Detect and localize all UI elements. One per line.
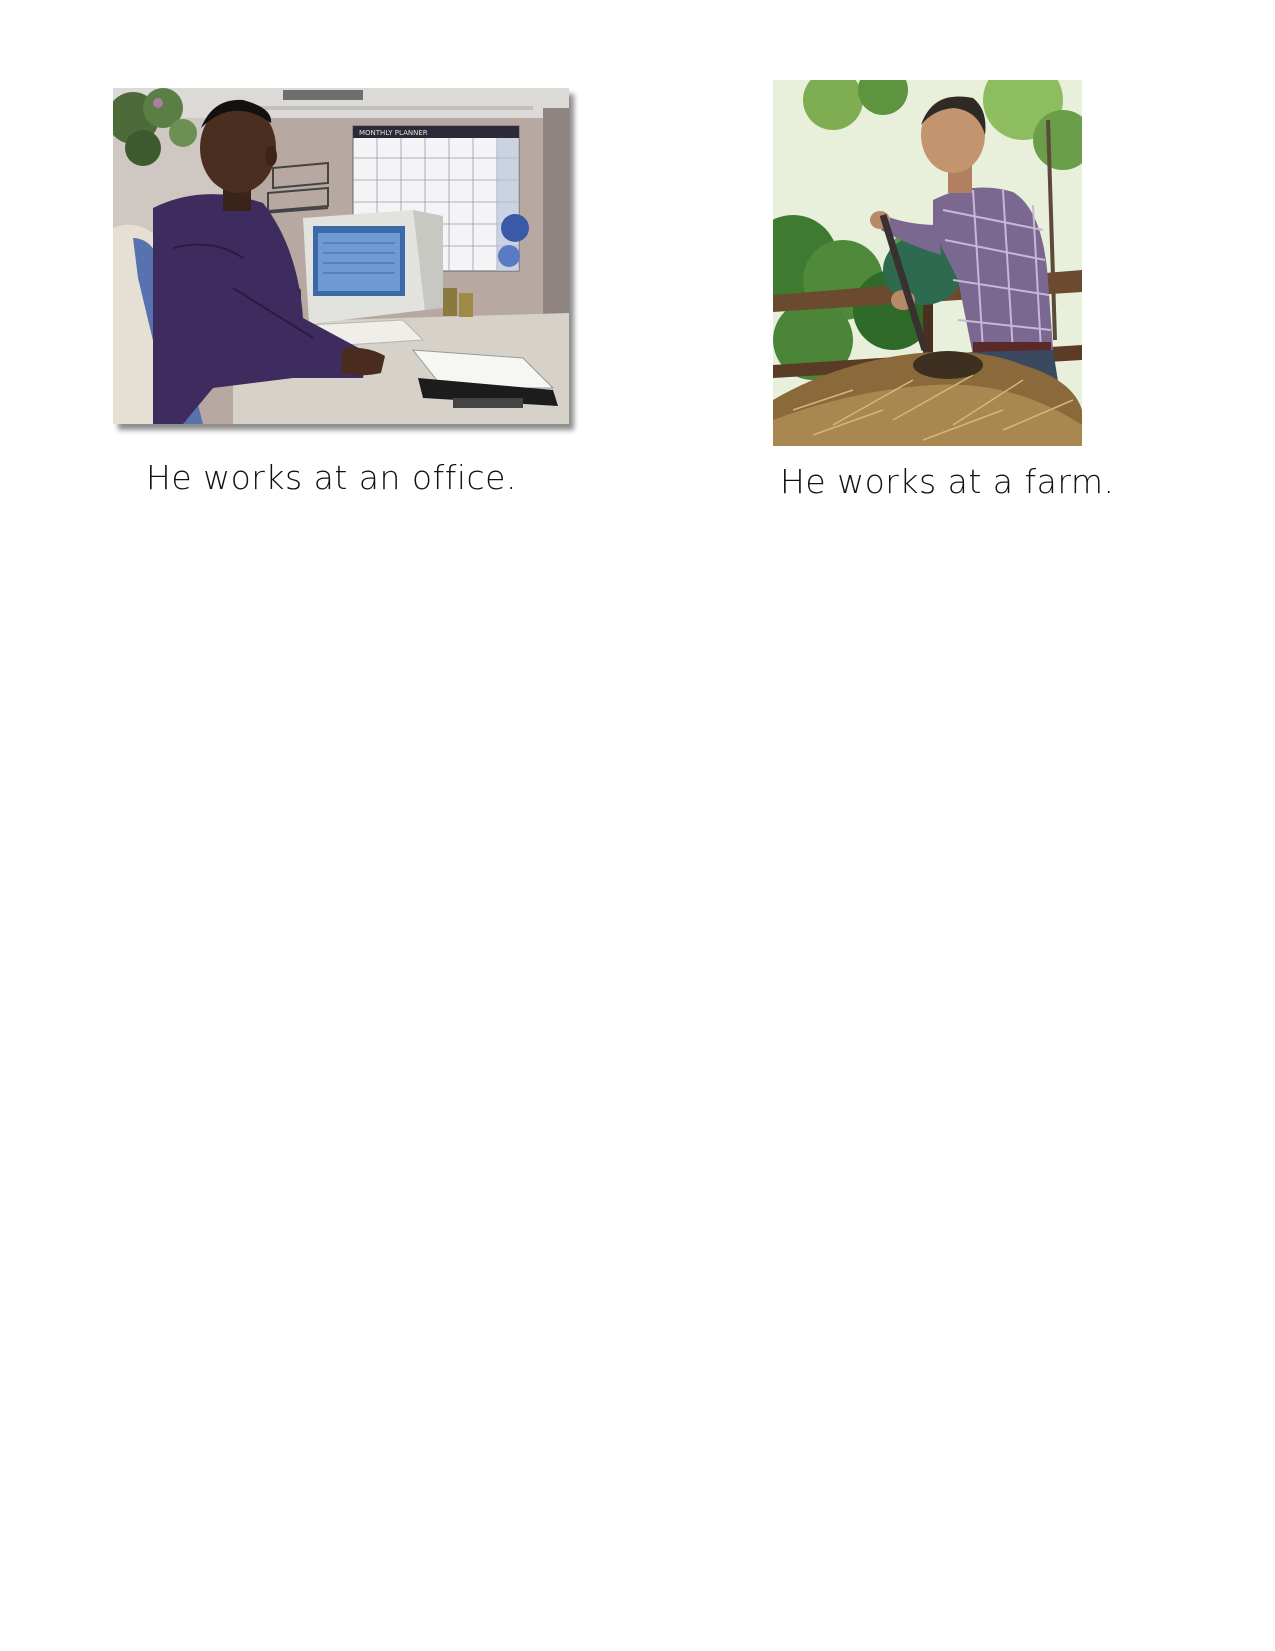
farm-scene [773, 80, 1082, 446]
office-caption: He works at an office. [146, 458, 517, 497]
office-worker-photo: MONTHLY PLANNER [113, 88, 569, 424]
planner-header-text: MONTHLY PLANNER [359, 129, 428, 137]
farm-caption: He works at a farm. [780, 462, 1115, 501]
farmer-photo [773, 80, 1082, 446]
crt-monitor [303, 210, 443, 324]
office-scene: MONTHLY PLANNER [113, 88, 569, 424]
